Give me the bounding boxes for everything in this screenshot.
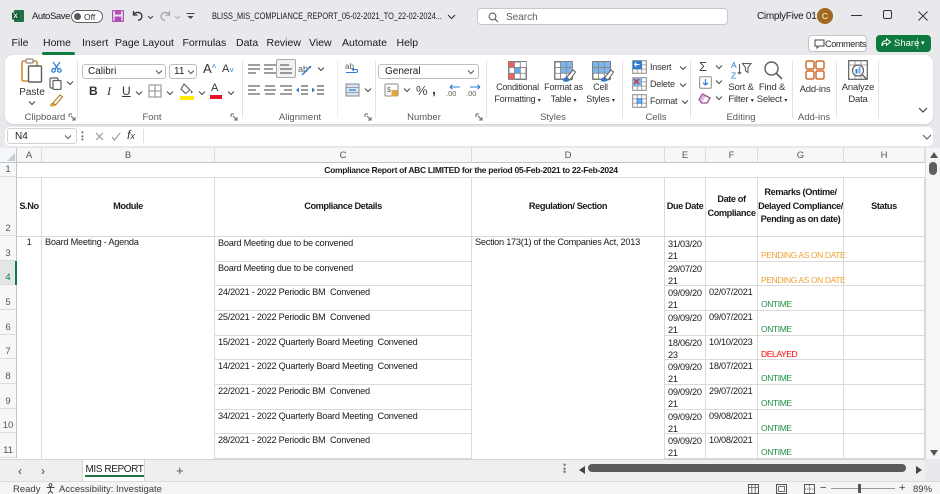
svg-text:A: A — [731, 60, 737, 70]
svg-text:ab: ab — [298, 64, 308, 74]
svg-text:$: $ — [387, 87, 391, 94]
svg-text:X: X — [13, 13, 18, 20]
svg-text:.00: .00 — [466, 89, 476, 97]
svg-text:Z: Z — [731, 71, 736, 81]
svg-text:.00: .00 — [446, 89, 456, 97]
